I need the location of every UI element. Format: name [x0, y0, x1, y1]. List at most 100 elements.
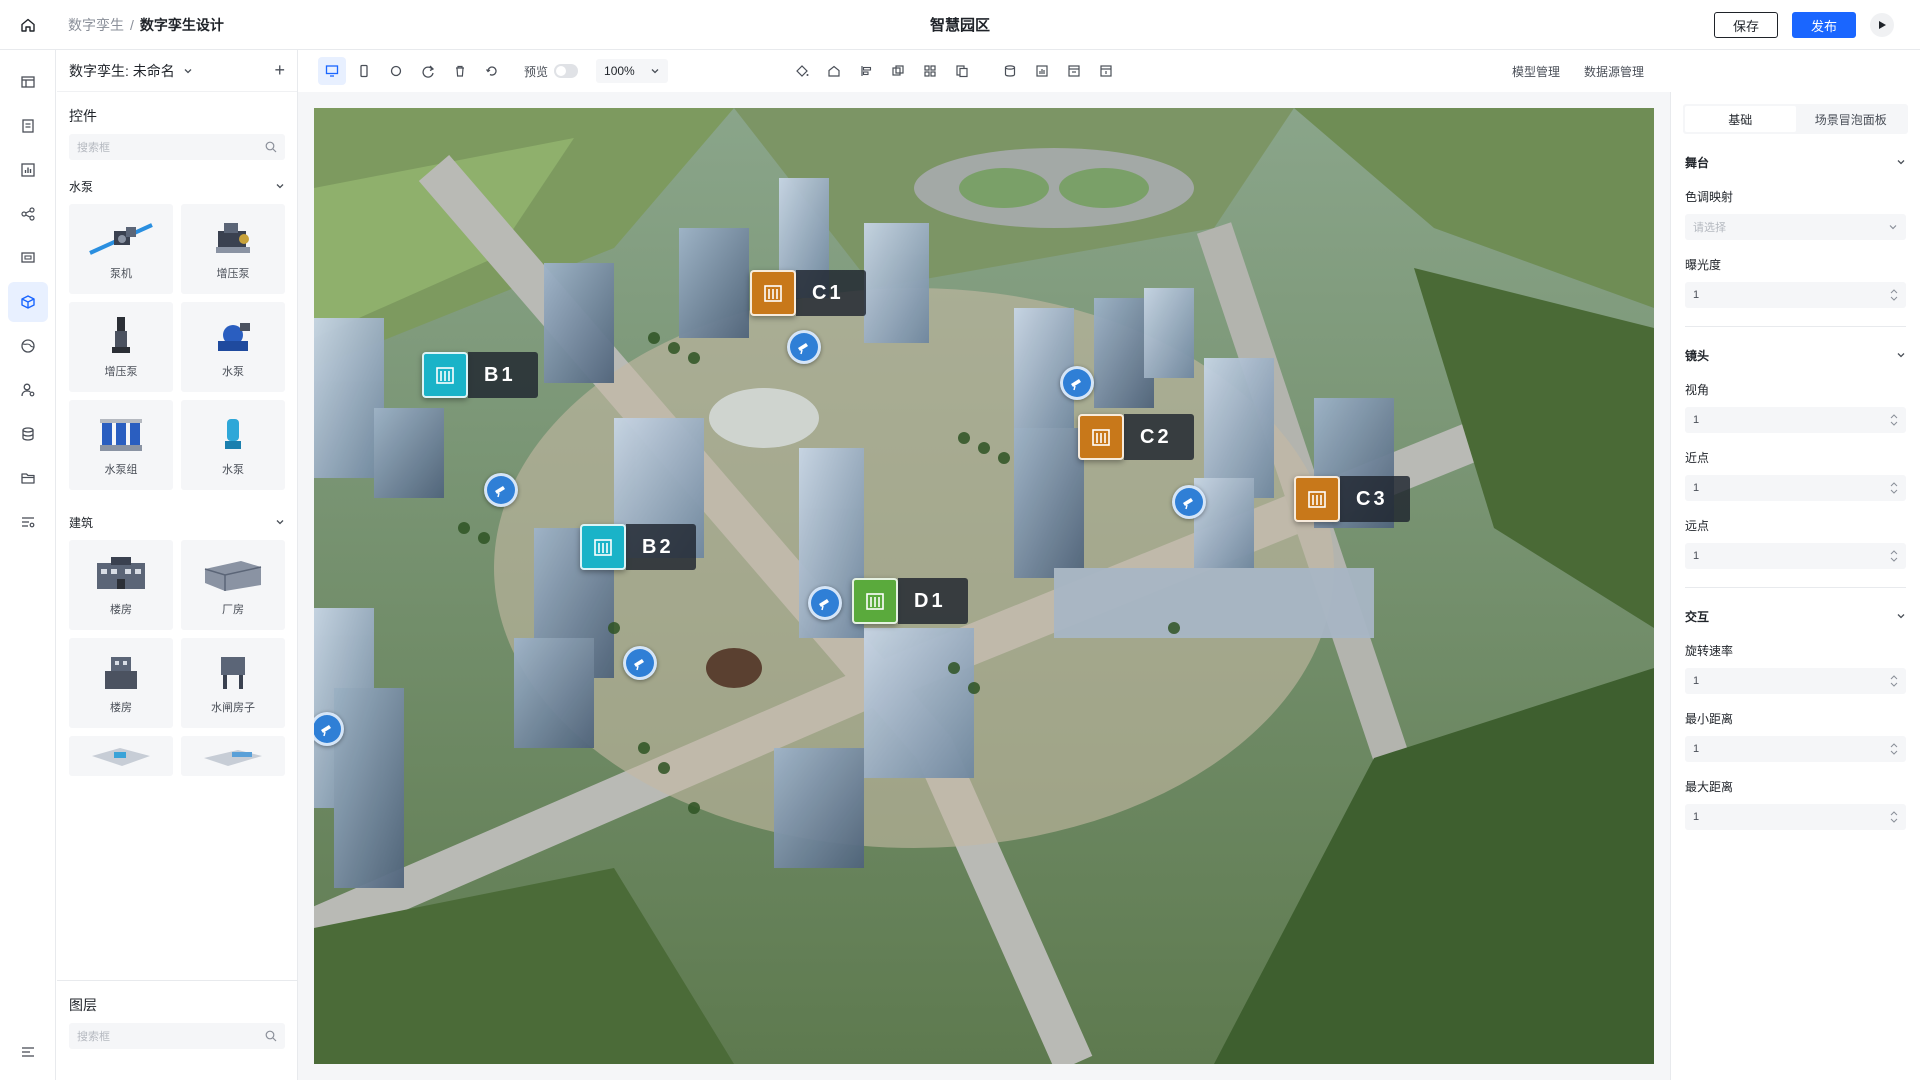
widget-tile[interactable] — [181, 736, 285, 776]
widget-tile[interactable]: 厂房 — [181, 540, 285, 630]
group-stage-header[interactable]: 舞台 — [1671, 152, 1920, 172]
bar-chart-button[interactable] — [1028, 57, 1056, 85]
collapse-menu-button[interactable] — [8, 1032, 48, 1072]
marker-c2[interactable]: C2 — [1078, 414, 1194, 460]
3d-scene-view[interactable]: C1 B1 C2 C3 B2 D1 — [314, 108, 1654, 1064]
camera-marker[interactable] — [808, 586, 842, 620]
datasource-manage-link[interactable]: 数据源管理 — [1584, 63, 1644, 80]
stepper-icon[interactable] — [1890, 414, 1898, 426]
input-value: 1 — [1693, 550, 1700, 562]
widget-tile[interactable]: 水闸房子 — [181, 638, 285, 728]
stepper-icon[interactable] — [1890, 743, 1898, 755]
rail-item-document[interactable] — [8, 106, 48, 146]
group-title: 交互 — [1685, 609, 1710, 624]
model-manage-link[interactable]: 模型管理 — [1512, 63, 1560, 80]
home-button[interactable] — [0, 0, 56, 50]
align-button[interactable] — [852, 57, 880, 85]
widget-tile[interactable]: 泵机 — [69, 204, 173, 294]
marker-b1[interactable]: B1 — [422, 352, 538, 398]
redo-icon — [422, 65, 435, 78]
stepper-icon[interactable] — [1890, 675, 1898, 687]
widget-tile[interactable]: 增压泵 — [181, 204, 285, 294]
widget-tile[interactable]: 水泵 — [181, 302, 285, 392]
save-button[interactable]: 保存 — [1713, 12, 1778, 38]
marker-b2[interactable]: B2 — [580, 524, 696, 570]
category-header-building[interactable]: 建筑 — [57, 512, 297, 532]
camera-marker[interactable] — [1172, 485, 1206, 519]
tonemapping-select[interactable]: 请选择 — [1685, 214, 1906, 240]
min-distance-input[interactable]: 1 — [1685, 736, 1906, 762]
copy-button[interactable] — [948, 57, 976, 85]
category-header-pump[interactable]: 水泵 — [57, 176, 297, 196]
redo-button[interactable] — [414, 57, 442, 85]
project-selector[interactable]: 数字孪生: 未命名 — [69, 61, 193, 81]
data-button[interactable] — [996, 57, 1024, 85]
widget-tile[interactable] — [69, 736, 173, 776]
project-name: 数字孪生: 未命名 — [69, 62, 175, 79]
far-input[interactable]: 1 — [1685, 543, 1906, 569]
layer-search-input[interactable]: 搜索框 — [69, 1023, 285, 1049]
field-label-exposure: 曝光度 — [1685, 258, 1722, 272]
marker-c3[interactable]: C3 — [1294, 476, 1410, 522]
marker-c1[interactable]: C1 — [750, 270, 866, 316]
marker-label: D1 — [898, 578, 968, 624]
stepper-icon[interactable] — [1890, 811, 1898, 823]
panel-top-button[interactable] — [1060, 57, 1088, 85]
rotate-button[interactable] — [382, 57, 410, 85]
rail-item-layout[interactable] — [8, 62, 48, 102]
near-input[interactable]: 1 — [1685, 475, 1906, 501]
rail-item-share[interactable] — [8, 194, 48, 234]
zoom-select[interactable]: 100% — [596, 59, 669, 83]
add-project-button[interactable]: + — [274, 60, 285, 81]
rotate-speed-input[interactable]: 1 — [1685, 668, 1906, 694]
panel-bottom-button[interactable] — [1092, 57, 1120, 85]
tab-bubble-panel[interactable]: 场景冒泡面板 — [1796, 106, 1907, 132]
max-distance-input[interactable]: 1 — [1685, 804, 1906, 830]
grid-button[interactable] — [916, 57, 944, 85]
camera-marker[interactable] — [484, 473, 518, 507]
stepper-icon[interactable] — [1890, 550, 1898, 562]
delete-button[interactable] — [446, 57, 474, 85]
search-placeholder: 搜索框 — [77, 142, 110, 154]
marker-d1[interactable]: D1 — [852, 578, 968, 624]
group-camera-header[interactable]: 镜头 — [1671, 345, 1920, 365]
layer-stack-button[interactable] — [884, 57, 912, 85]
exposure-input[interactable]: 1 — [1685, 282, 1906, 308]
rail-item-user-settings[interactable] — [8, 370, 48, 410]
stepper-icon[interactable] — [1890, 289, 1898, 301]
publish-button[interactable]: 发布 — [1791, 12, 1856, 38]
tab-basic[interactable]: 基础 — [1685, 106, 1796, 132]
widget-tile[interactable]: 楼房 — [69, 638, 173, 728]
widget-tile[interactable]: 水泵 — [181, 400, 285, 490]
widget-tile[interactable]: 楼房 — [69, 540, 173, 630]
mobile-view-button[interactable] — [350, 57, 378, 85]
rail-item-globe[interactable] — [8, 326, 48, 366]
preview-toggle[interactable] — [554, 64, 579, 78]
pump-group-icon — [100, 419, 142, 451]
rail-item-database[interactable] — [8, 414, 48, 454]
stepper-icon[interactable] — [1890, 482, 1898, 494]
run-button[interactable] — [1870, 13, 1894, 37]
fov-input[interactable]: 1 — [1685, 407, 1906, 433]
rail-item-3d[interactable] — [8, 282, 48, 322]
fill-tool-button[interactable] — [788, 57, 816, 85]
rail-item-folder[interactable] — [8, 458, 48, 498]
rail-item-list-settings[interactable] — [8, 502, 48, 542]
group-interaction-header[interactable]: 交互 — [1671, 606, 1920, 626]
home-view-button[interactable] — [820, 57, 848, 85]
vertical-pump-icon — [112, 317, 130, 353]
camera-marker[interactable] — [623, 646, 657, 680]
breadcrumb-root[interactable]: 数字孪生 — [68, 15, 124, 35]
camera-marker[interactable] — [787, 330, 821, 364]
widget-grid-building: 楼房 厂房 楼房 水闸房子 — [57, 532, 297, 776]
marker-label: C1 — [796, 270, 866, 316]
desktop-view-button[interactable] — [318, 57, 346, 85]
camera-marker[interactable] — [1060, 366, 1094, 400]
widget-tile[interactable]: 增压泵 — [69, 302, 173, 392]
widget-search-input[interactable]: 搜索框 — [69, 134, 285, 160]
reset-button[interactable] — [478, 57, 506, 85]
rail-item-screen[interactable] — [8, 238, 48, 278]
rail-item-chart[interactable] — [8, 150, 48, 190]
properties-tabs: 基础 场景冒泡面板 — [1683, 104, 1908, 134]
widget-tile[interactable]: 水泵组 — [69, 400, 173, 490]
